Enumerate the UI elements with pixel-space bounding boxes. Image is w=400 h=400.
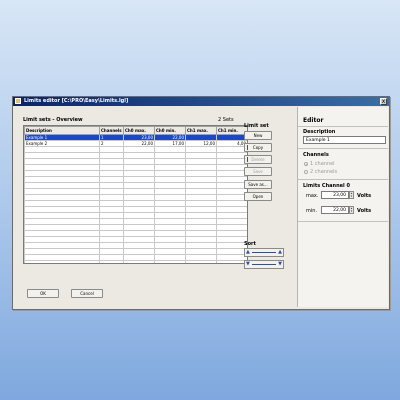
- delete-button-label: Delete: [251, 157, 265, 162]
- max-unit-label: Volts: [357, 193, 372, 199]
- focus-indicator: [247, 157, 248, 162]
- column-header-ch0-min[interactable]: Ch0 min.: [154, 126, 186, 135]
- save-button[interactable]: Save: [244, 167, 272, 176]
- editor-panel: Editor Description Example 1 Channels 1 …: [297, 107, 388, 307]
- sort-heading: Sort: [244, 241, 256, 247]
- divider: [298, 148, 388, 149]
- delete-button[interactable]: Delete: [244, 155, 272, 164]
- window-title: Limits editor [C:\PRO\Easy\Limits.lgl]: [24, 98, 129, 104]
- empty-table-row: [24, 260, 247, 263]
- description-label: Description: [303, 129, 336, 135]
- divider: [298, 126, 388, 127]
- ok-button[interactable]: OK: [27, 289, 59, 298]
- column-header-ch1-max[interactable]: Ch1 max.: [185, 126, 217, 135]
- channels-label: Channels: [303, 152, 329, 158]
- sets-count: 2 Sets: [218, 117, 234, 123]
- min-unit-label: Volts: [357, 208, 372, 214]
- description-field[interactable]: Example 1: [303, 136, 386, 144]
- sort-up-button[interactable]: ▲ ▲: [244, 248, 284, 257]
- radio-2-channels[interactable]: [304, 170, 308, 174]
- empty-cell: [185, 260, 217, 263]
- radio-1-channel[interactable]: [304, 162, 308, 166]
- new-button[interactable]: New: [244, 131, 272, 140]
- arrow-down-icon: ▼: [278, 261, 282, 267]
- empty-cell: [24, 260, 100, 263]
- min-label: min.: [306, 208, 318, 214]
- max-value-input[interactable]: 23,00: [321, 191, 349, 199]
- empty-cell: [154, 260, 186, 263]
- empty-cell: [99, 260, 124, 263]
- open-button[interactable]: Open: [244, 192, 272, 201]
- arrow-down-icon: ▼: [246, 261, 250, 267]
- limit-sets-table[interactable]: Description Channels Ch0 max. Ch0 min. C…: [23, 125, 248, 264]
- min-value-input[interactable]: 22,00: [321, 206, 349, 214]
- radio-2-channels-label: 2 channels: [310, 169, 338, 175]
- column-header-ch1-min[interactable]: Ch1 min.: [216, 126, 247, 135]
- max-label: max.: [306, 193, 319, 199]
- arrow-up-icon: ▲: [246, 249, 250, 255]
- radio-1-channel-label: 1 channel: [310, 161, 335, 167]
- sort-line: [252, 264, 276, 265]
- limit-set-heading: Limit set: [244, 123, 269, 129]
- min-value-stepper[interactable]: ▴ ▾: [349, 206, 354, 214]
- sort-down-button[interactable]: ▼ ▼: [244, 260, 284, 269]
- empty-cell: [123, 260, 155, 263]
- save-as-button[interactable]: Save as...: [244, 180, 272, 189]
- divider: [298, 221, 388, 222]
- column-header-description[interactable]: Description: [24, 126, 100, 135]
- editor-heading: Editor: [303, 117, 324, 124]
- limits-channel-label: Limits Channel 0: [303, 183, 350, 189]
- cancel-button[interactable]: Cancel: [71, 289, 103, 298]
- table-header-row: Description Channels Ch0 max. Ch0 min. C…: [24, 126, 247, 135]
- close-button[interactable]: x: [380, 98, 387, 105]
- column-header-ch0-max[interactable]: Ch0 max.: [123, 126, 155, 135]
- max-value-stepper[interactable]: ▴ ▾: [349, 191, 354, 199]
- title-bar[interactable]: Limits editor [C:\PRO\Easy\Limits.lgl] x: [13, 97, 389, 106]
- focus-indicator: [247, 145, 248, 150]
- overview-heading: Limit sets - Overview: [23, 117, 83, 123]
- sort-line: [252, 252, 276, 253]
- app-icon: [15, 98, 21, 104]
- limits-editor-window: Limits editor [C:\PRO\Easy\Limits.lgl] x…: [12, 96, 390, 310]
- divider: [298, 179, 388, 180]
- copy-button-label: Copy: [252, 145, 264, 150]
- column-header-channels[interactable]: Channels: [99, 126, 124, 135]
- arrow-up-icon: ▲: [278, 249, 282, 255]
- empty-cell: [216, 260, 247, 263]
- copy-button[interactable]: Copy: [244, 143, 272, 152]
